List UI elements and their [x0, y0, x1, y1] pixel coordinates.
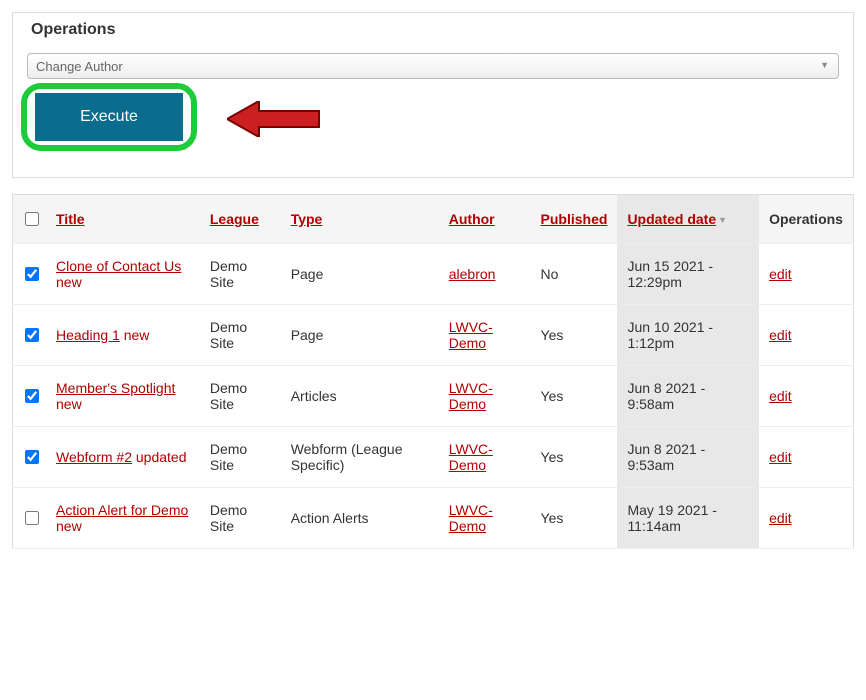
- league-cell: Demo Site: [200, 244, 281, 305]
- updated-cell: Jun 15 2021 - 12:29pm: [617, 244, 759, 305]
- table-row: Webform #2 updatedDemo SiteWebform (Leag…: [13, 427, 854, 488]
- title-cell: Clone of Contact Us new: [46, 244, 200, 305]
- edit-link[interactable]: edit: [769, 388, 792, 404]
- updated-cell: Jun 8 2021 - 9:53am: [617, 427, 759, 488]
- published-cell: Yes: [531, 488, 618, 549]
- row-checkbox[interactable]: [25, 450, 39, 464]
- author-link[interactable]: LWVC-Demo: [449, 319, 493, 351]
- type-cell: Page: [281, 305, 439, 366]
- operations-cell: edit: [759, 366, 853, 427]
- author-link[interactable]: LWVC-Demo: [449, 441, 493, 473]
- published-cell: Yes: [531, 427, 618, 488]
- arrow-left-icon: [227, 101, 327, 137]
- author-cell: LWVC-Demo: [439, 427, 531, 488]
- title-suffix: new: [56, 396, 82, 412]
- league-cell: Demo Site: [200, 366, 281, 427]
- title-suffix: updated: [132, 449, 187, 465]
- operations-legend: Operations: [27, 21, 119, 38]
- row-checkbox[interactable]: [25, 389, 39, 403]
- updated-cell: Jun 8 2021 - 9:58am: [617, 366, 759, 427]
- author-link[interactable]: alebron: [449, 266, 496, 282]
- edit-link[interactable]: edit: [769, 510, 792, 526]
- title-suffix: new: [120, 327, 150, 343]
- league-cell: Demo Site: [200, 427, 281, 488]
- type-cell: Page: [281, 244, 439, 305]
- title-cell: Webform #2 updated: [46, 427, 200, 488]
- published-cell: Yes: [531, 366, 618, 427]
- league-cell: Demo Site: [200, 488, 281, 549]
- header-updated-label: Updated date: [627, 211, 716, 227]
- table-header-row: Title League Type Author Published Updat…: [13, 195, 854, 244]
- select-all-checkbox[interactable]: [25, 212, 39, 226]
- header-updated[interactable]: Updated date▼: [617, 195, 759, 244]
- operations-cell: edit: [759, 427, 853, 488]
- author-cell: LWVC-Demo: [439, 488, 531, 549]
- header-author[interactable]: Author: [439, 195, 531, 244]
- updated-cell: May 19 2021 - 11:14am: [617, 488, 759, 549]
- edit-link[interactable]: edit: [769, 449, 792, 465]
- row-checkbox-cell: [13, 366, 47, 427]
- title-cell: Heading 1 new: [46, 305, 200, 366]
- operations-cell: edit: [759, 488, 853, 549]
- execute-button[interactable]: Execute: [35, 93, 183, 141]
- author-cell: LWVC-Demo: [439, 366, 531, 427]
- operations-cell: edit: [759, 305, 853, 366]
- type-cell: Action Alerts: [281, 488, 439, 549]
- header-league[interactable]: League: [200, 195, 281, 244]
- operations-fieldset: Operations Change Author Execute: [12, 12, 854, 178]
- row-checkbox[interactable]: [25, 267, 39, 281]
- author-link[interactable]: LWVC-Demo: [449, 502, 493, 534]
- row-checkbox-cell: [13, 488, 47, 549]
- title-link[interactable]: Webform #2: [56, 449, 132, 465]
- author-cell: alebron: [439, 244, 531, 305]
- row-checkbox[interactable]: [25, 511, 39, 525]
- operations-cell: edit: [759, 244, 853, 305]
- header-type[interactable]: Type: [281, 195, 439, 244]
- title-cell: Member's Spotlight new: [46, 366, 200, 427]
- published-cell: Yes: [531, 305, 618, 366]
- row-checkbox[interactable]: [25, 328, 39, 342]
- execute-area: Execute: [27, 87, 839, 147]
- operation-select-wrap: Change Author: [27, 53, 839, 79]
- title-suffix: new: [56, 274, 82, 290]
- sort-desc-icon: ▼: [718, 215, 727, 225]
- header-published[interactable]: Published: [531, 195, 618, 244]
- updated-cell: Jun 10 2021 - 1:12pm: [617, 305, 759, 366]
- header-operations: Operations: [759, 195, 853, 244]
- edit-link[interactable]: edit: [769, 327, 792, 343]
- row-checkbox-cell: [13, 427, 47, 488]
- row-checkbox-cell: [13, 244, 47, 305]
- type-cell: Articles: [281, 366, 439, 427]
- operation-select[interactable]: Change Author: [27, 53, 839, 79]
- table-row: Heading 1 newDemo SitePageLWVC-DemoYesJu…: [13, 305, 854, 366]
- title-suffix: new: [56, 518, 82, 534]
- select-all-header: [13, 195, 47, 244]
- type-cell: Webform (League Specific): [281, 427, 439, 488]
- title-link[interactable]: Action Alert for Demo: [56, 502, 188, 518]
- title-cell: Action Alert for Demo new: [46, 488, 200, 549]
- author-link[interactable]: LWVC-Demo: [449, 380, 493, 412]
- title-link[interactable]: Clone of Contact Us: [56, 258, 181, 274]
- table-row: Action Alert for Demo newDemo SiteAction…: [13, 488, 854, 549]
- title-link[interactable]: Member's Spotlight: [56, 380, 175, 396]
- published-cell: No: [531, 244, 618, 305]
- league-cell: Demo Site: [200, 305, 281, 366]
- row-checkbox-cell: [13, 305, 47, 366]
- content-table: Title League Type Author Published Updat…: [12, 194, 854, 549]
- header-title[interactable]: Title: [46, 195, 200, 244]
- table-row: Member's Spotlight newDemo SiteArticlesL…: [13, 366, 854, 427]
- author-cell: LWVC-Demo: [439, 305, 531, 366]
- table-row: Clone of Contact Us newDemo SitePagealeb…: [13, 244, 854, 305]
- edit-link[interactable]: edit: [769, 266, 792, 282]
- title-link[interactable]: Heading 1: [56, 327, 120, 343]
